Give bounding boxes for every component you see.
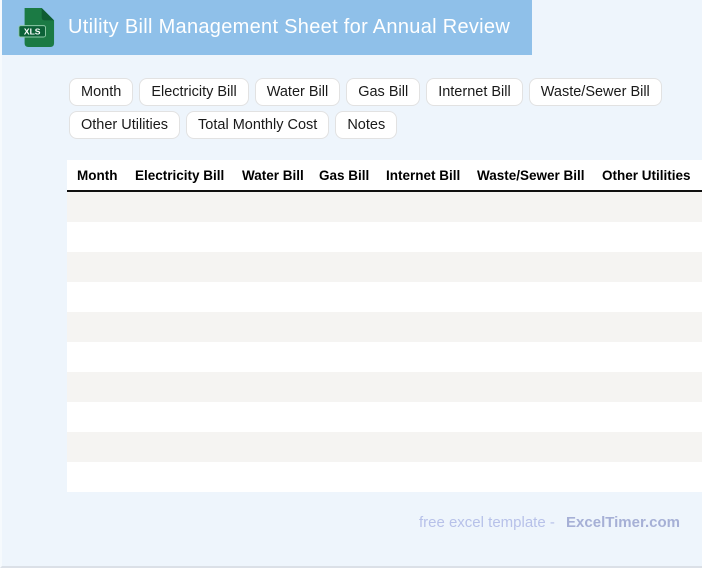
footer: free excel template - ExcelTimer.com (419, 514, 680, 531)
column-header-gas-bill: Gas Bill (319, 167, 370, 183)
column-header-other-utilities: Other Utilities (602, 167, 691, 183)
footer-brand-link[interactable]: ExcelTimer.com (566, 514, 680, 531)
chips-row: Month Electricity Bill Water Bill Gas Bill I… (69, 78, 684, 139)
chip-total-monthly-cost[interactable]: Total Monthly Cost (186, 111, 330, 139)
column-header-waste-sewer-bill: Waste/Sewer Bill (477, 167, 585, 183)
xls-file-icon: XLS (18, 8, 55, 47)
table-row (67, 312, 702, 342)
header-bar: XLS Utility Bill Management Sheet for An… (2, 0, 532, 55)
chip-waste-sewer-bill[interactable]: Waste/Sewer Bill (528, 78, 662, 106)
footer-tagline: free excel template - (418, 514, 555, 531)
table-body (67, 192, 702, 492)
utility-bill-table: Month Electricity Bill Water Bill Gas Bill I… (67, 160, 702, 492)
table-header-row: Month Electricity Bill Water Bill Gas Bill I… (67, 160, 702, 192)
table-row (67, 462, 702, 492)
chip-water-bill[interactable]: Water Bill (254, 78, 341, 106)
page: XLS Utility Bill Management Sheet for An… (0, 0, 702, 568)
chip-month[interactable]: Month (69, 78, 134, 106)
column-header-electricity-bill: Electricity Bill (135, 167, 225, 183)
table-row (67, 432, 702, 462)
column-header-month: Month (77, 167, 118, 183)
page-title: Utility Bill Management Sheet for Annual… (68, 16, 511, 38)
table-row (67, 252, 702, 282)
chip-gas-bill[interactable]: Gas Bill (346, 78, 421, 106)
xls-icon-label: XLS (24, 27, 41, 37)
table-row (67, 282, 702, 312)
table-row (67, 222, 702, 252)
table-row (67, 192, 702, 222)
chip-electricity-bill[interactable]: Electricity Bill (139, 78, 249, 106)
chip-other-utilities[interactable]: Other Utilities (69, 111, 181, 139)
chip-internet-bill[interactable]: Internet Bill (426, 78, 523, 106)
table-row (67, 402, 702, 432)
column-header-water-bill: Water Bill (242, 167, 304, 183)
table-row (67, 342, 702, 372)
column-header-internet-bill: Internet Bill (386, 167, 461, 183)
chip-notes[interactable]: Notes (335, 111, 398, 139)
table-row (67, 372, 702, 402)
